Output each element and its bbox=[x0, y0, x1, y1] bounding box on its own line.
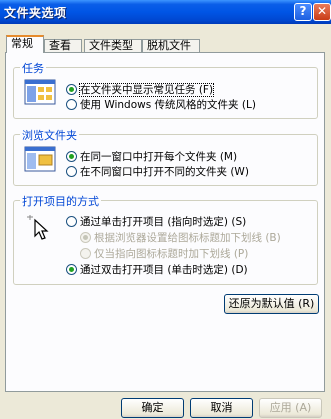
radio-button[interactable] bbox=[66, 84, 77, 95]
option-label: 通过双击打开项目 (单击时选定) (D) bbox=[80, 264, 248, 276]
radio-button[interactable] bbox=[80, 232, 91, 243]
browse-windows-icon bbox=[24, 146, 56, 172]
apply-button[interactable]: 应用 (A) bbox=[259, 398, 322, 418]
option-underline-on-point[interactable]: 仅当指向图标标题时加下划线 (P) bbox=[80, 248, 248, 262]
folder-options-dialog: 文件夹选项 ? ✕ 常规 查看 文件类型 脱机文件 任务 在文件夹中显示常见任务… bbox=[0, 0, 331, 419]
option-classic-folders[interactable]: 使用 Windows 传统风格的文件夹 (L) bbox=[66, 99, 256, 113]
radio-button[interactable] bbox=[66, 216, 77, 227]
close-button[interactable]: ✕ bbox=[313, 3, 331, 21]
tasks-group-title: 任务 bbox=[20, 60, 46, 76]
option-label: 通过单击打开项目 (指向时选定) (S) bbox=[80, 216, 247, 228]
option-label: 根据浏览器设置给图标标题加下划线 (B) bbox=[94, 232, 281, 244]
radio-button[interactable] bbox=[80, 248, 91, 259]
browse-group-title: 浏览文件夹 bbox=[20, 127, 79, 143]
radio-button[interactable] bbox=[66, 99, 77, 110]
title-bar[interactable]: 文件夹选项 ? ✕ bbox=[0, 0, 331, 24]
click-group-title: 打开项目的方式 bbox=[20, 193, 101, 209]
tab-offline-files[interactable]: 脱机文件 bbox=[142, 39, 200, 53]
option-label: 在文件夹中显示常见任务 (F) bbox=[78, 83, 215, 97]
tab-view[interactable]: 查看 bbox=[44, 39, 82, 53]
radio-button[interactable] bbox=[66, 264, 77, 275]
tab-panel-general: 任务 在文件夹中显示常见任务 (F) 使用 Windows 传统风格的文件夹 (… bbox=[5, 52, 325, 392]
pointer-click-icon bbox=[27, 215, 49, 240]
option-underline-browser-setting[interactable]: 根据浏览器设置给图标标题加下划线 (B) bbox=[80, 232, 281, 246]
click-items-group: 打开项目的方式 通过单击打开项目 (指向时选定) (S) 根据浏览器设置给图标标… bbox=[13, 193, 318, 285]
window-title: 文件夹选项 bbox=[4, 6, 67, 20]
cancel-button[interactable]: 取消 bbox=[190, 398, 253, 418]
help-button[interactable]: ? bbox=[294, 3, 312, 21]
option-label: 在不同窗口中打开不同的文件夹 (W) bbox=[80, 166, 249, 178]
option-same-window[interactable]: 在同一窗口中打开每个文件夹 (M) bbox=[66, 151, 237, 165]
option-label: 仅当指向图标标题时加下划线 (P) bbox=[94, 248, 249, 260]
browse-folders-group: 浏览文件夹 在同一窗口中打开每个文件夹 (M) 在不同窗口中打开不同的文件夹 (… bbox=[13, 127, 318, 186]
option-single-click[interactable]: 通过单击打开项目 (指向时选定) (S) bbox=[66, 216, 246, 230]
restore-defaults-button[interactable]: 还原为默认值 (R) bbox=[224, 294, 319, 314]
option-show-common-tasks[interactable]: 在文件夹中显示常见任务 (F) bbox=[66, 83, 215, 98]
radio-button[interactable] bbox=[66, 166, 77, 177]
option-separate-windows[interactable]: 在不同窗口中打开不同的文件夹 (W) bbox=[66, 166, 249, 180]
option-label: 使用 Windows 传统风格的文件夹 (L) bbox=[80, 99, 256, 111]
tasks-window-icon bbox=[24, 79, 56, 105]
tasks-group: 任务 在文件夹中显示常见任务 (F) 使用 Windows 传统风格的文件夹 (… bbox=[13, 60, 318, 119]
tab-general[interactable]: 常规 bbox=[6, 35, 44, 53]
option-label: 在同一窗口中打开每个文件夹 (M) bbox=[80, 151, 238, 163]
ok-button[interactable]: 确定 bbox=[121, 398, 184, 418]
tab-file-types[interactable]: 文件类型 bbox=[84, 39, 142, 53]
option-double-click[interactable]: 通过双击打开项目 (单击时选定) (D) bbox=[66, 264, 248, 278]
radio-button[interactable] bbox=[66, 151, 77, 162]
